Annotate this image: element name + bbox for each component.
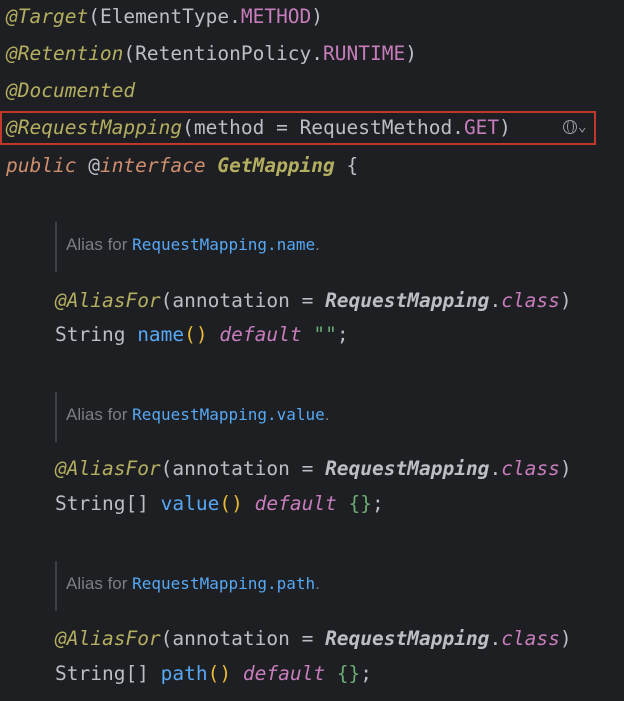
code-line-alias-value: @AliasFor(annotation = RequestMapping.cl… xyxy=(55,457,572,480)
doc-comment-value: Alias for RequestMapping.value. xyxy=(66,405,330,424)
endpoint-gutter-actions[interactable]: ⌄ xyxy=(563,116,586,138)
code-line-name-decl: String name() default ""; xyxy=(55,323,349,346)
code-line-target: @Target(ElementType.METHOD) xyxy=(6,5,324,28)
code-line-alias-path: @AliasFor(annotation = RequestMapping.cl… xyxy=(55,627,572,650)
doc-link-name[interactable]: RequestMapping.name xyxy=(132,235,315,254)
code-line-alias-name: @AliasFor(annotation = RequestMapping.cl… xyxy=(55,289,572,312)
doc-comment-path: Alias for RequestMapping.path. xyxy=(66,574,320,593)
code-line-path-decl: String[] path() default {}; xyxy=(55,662,373,685)
doc-link-path[interactable]: RequestMapping.path xyxy=(132,574,315,593)
chevron-down-icon[interactable]: ⌄ xyxy=(578,119,586,135)
doc-comment-bar xyxy=(55,392,57,442)
doc-link-value[interactable]: RequestMapping.value xyxy=(132,405,325,424)
code-line-interface-decl: public @interface GetMapping { xyxy=(6,154,359,177)
globe-icon[interactable] xyxy=(563,120,577,134)
doc-comment-name: Alias for RequestMapping.name. xyxy=(66,235,320,254)
doc-comment-bar xyxy=(55,561,57,611)
code-line-request-mapping: @RequestMapping(method = RequestMethod.G… xyxy=(6,116,511,139)
code-line-retention: @Retention(RetentionPolicy.RUNTIME) xyxy=(6,42,417,65)
code-line-documented: @Documented xyxy=(6,79,136,102)
doc-comment-bar xyxy=(55,222,57,272)
code-line-value-decl: String[] value() default {}; xyxy=(55,492,384,515)
